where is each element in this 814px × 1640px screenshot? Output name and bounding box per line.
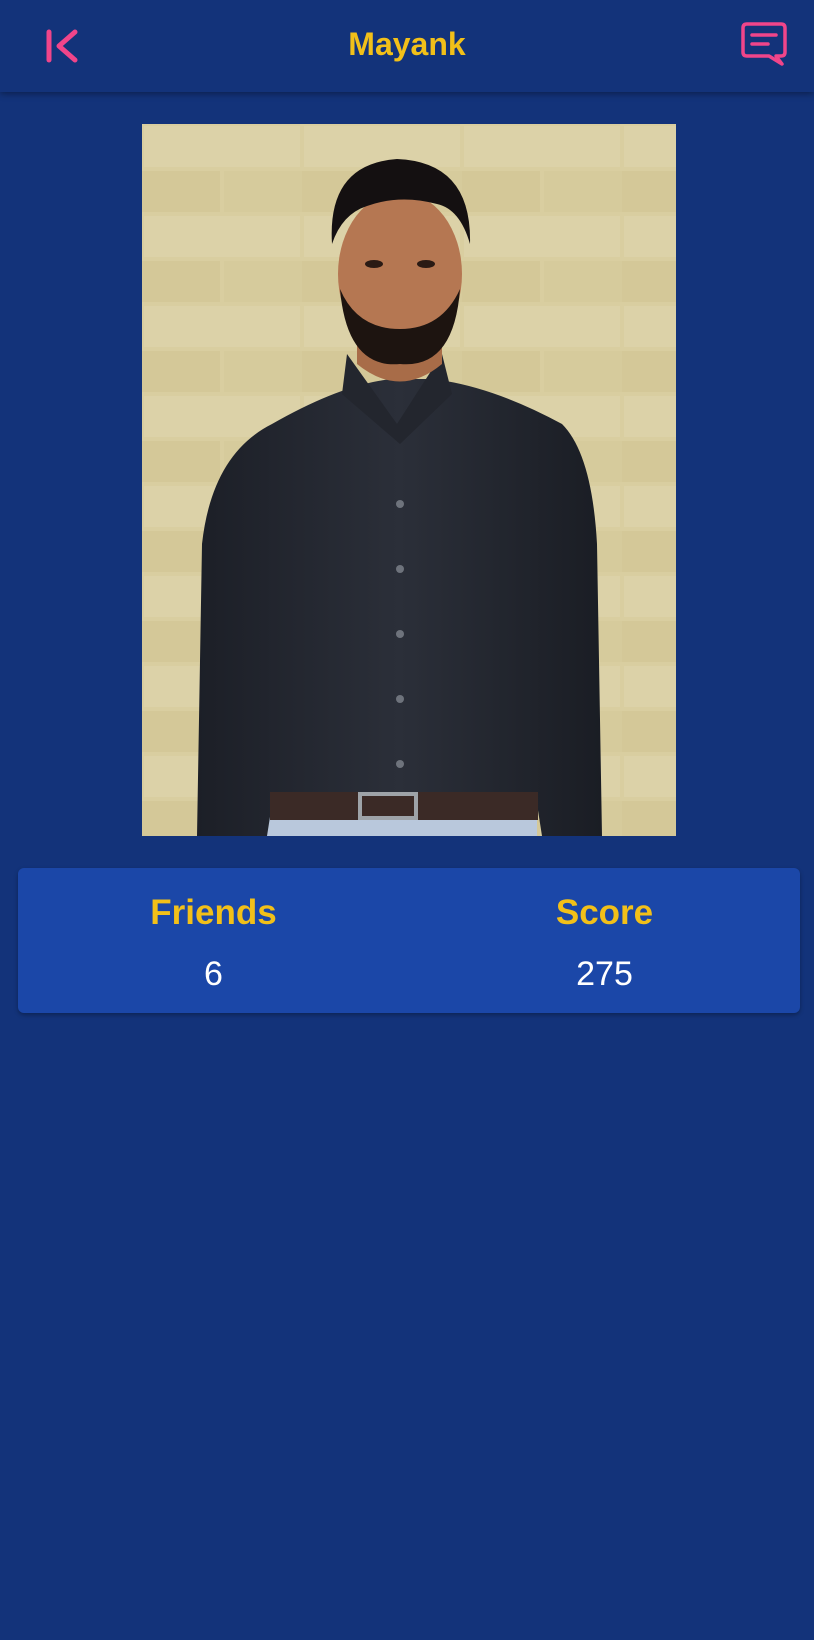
score-label: Score bbox=[555, 893, 654, 932]
chat-button[interactable] bbox=[738, 18, 790, 70]
friends-stat[interactable]: Friends 6 bbox=[18, 868, 409, 1013]
profile-photo-image bbox=[142, 124, 676, 836]
friends-label: Friends bbox=[150, 893, 277, 932]
score-value: 275 bbox=[576, 955, 633, 993]
page-title: Mayank bbox=[348, 26, 466, 62]
score-stat: Score 275 bbox=[409, 868, 800, 1013]
chat-bubble-icon bbox=[741, 22, 787, 66]
app-header: Mayank bbox=[0, 0, 814, 92]
stats-card: Friends 6 Score 275 bbox=[18, 868, 800, 1013]
profile-photo bbox=[142, 124, 676, 836]
friends-count: 6 bbox=[204, 955, 223, 993]
